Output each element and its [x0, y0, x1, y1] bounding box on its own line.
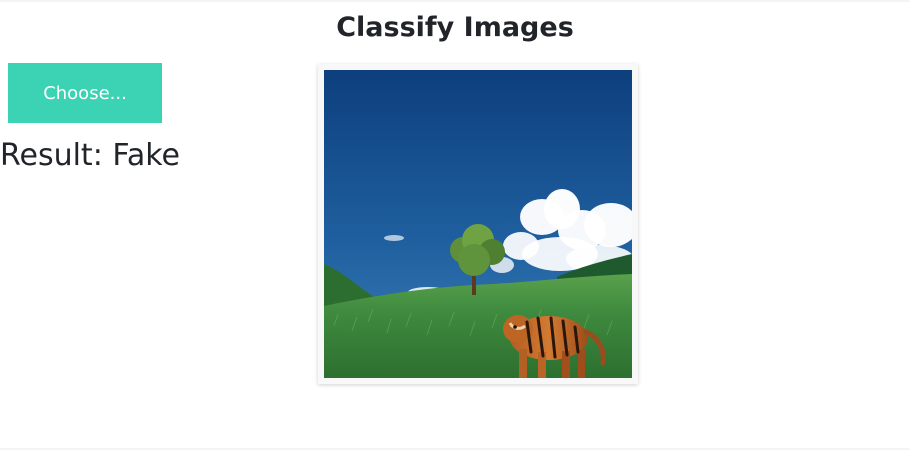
top-divider [0, 0, 910, 2]
choose-file-button[interactable]: Choose... [8, 63, 162, 123]
app-window: Classify Images Choose... Result: Fake [0, 0, 910, 450]
page-title: Classify Images [336, 12, 574, 43]
image-preview [318, 64, 638, 384]
preview-image [324, 70, 632, 378]
result-label: Result: Fake [0, 138, 180, 173]
